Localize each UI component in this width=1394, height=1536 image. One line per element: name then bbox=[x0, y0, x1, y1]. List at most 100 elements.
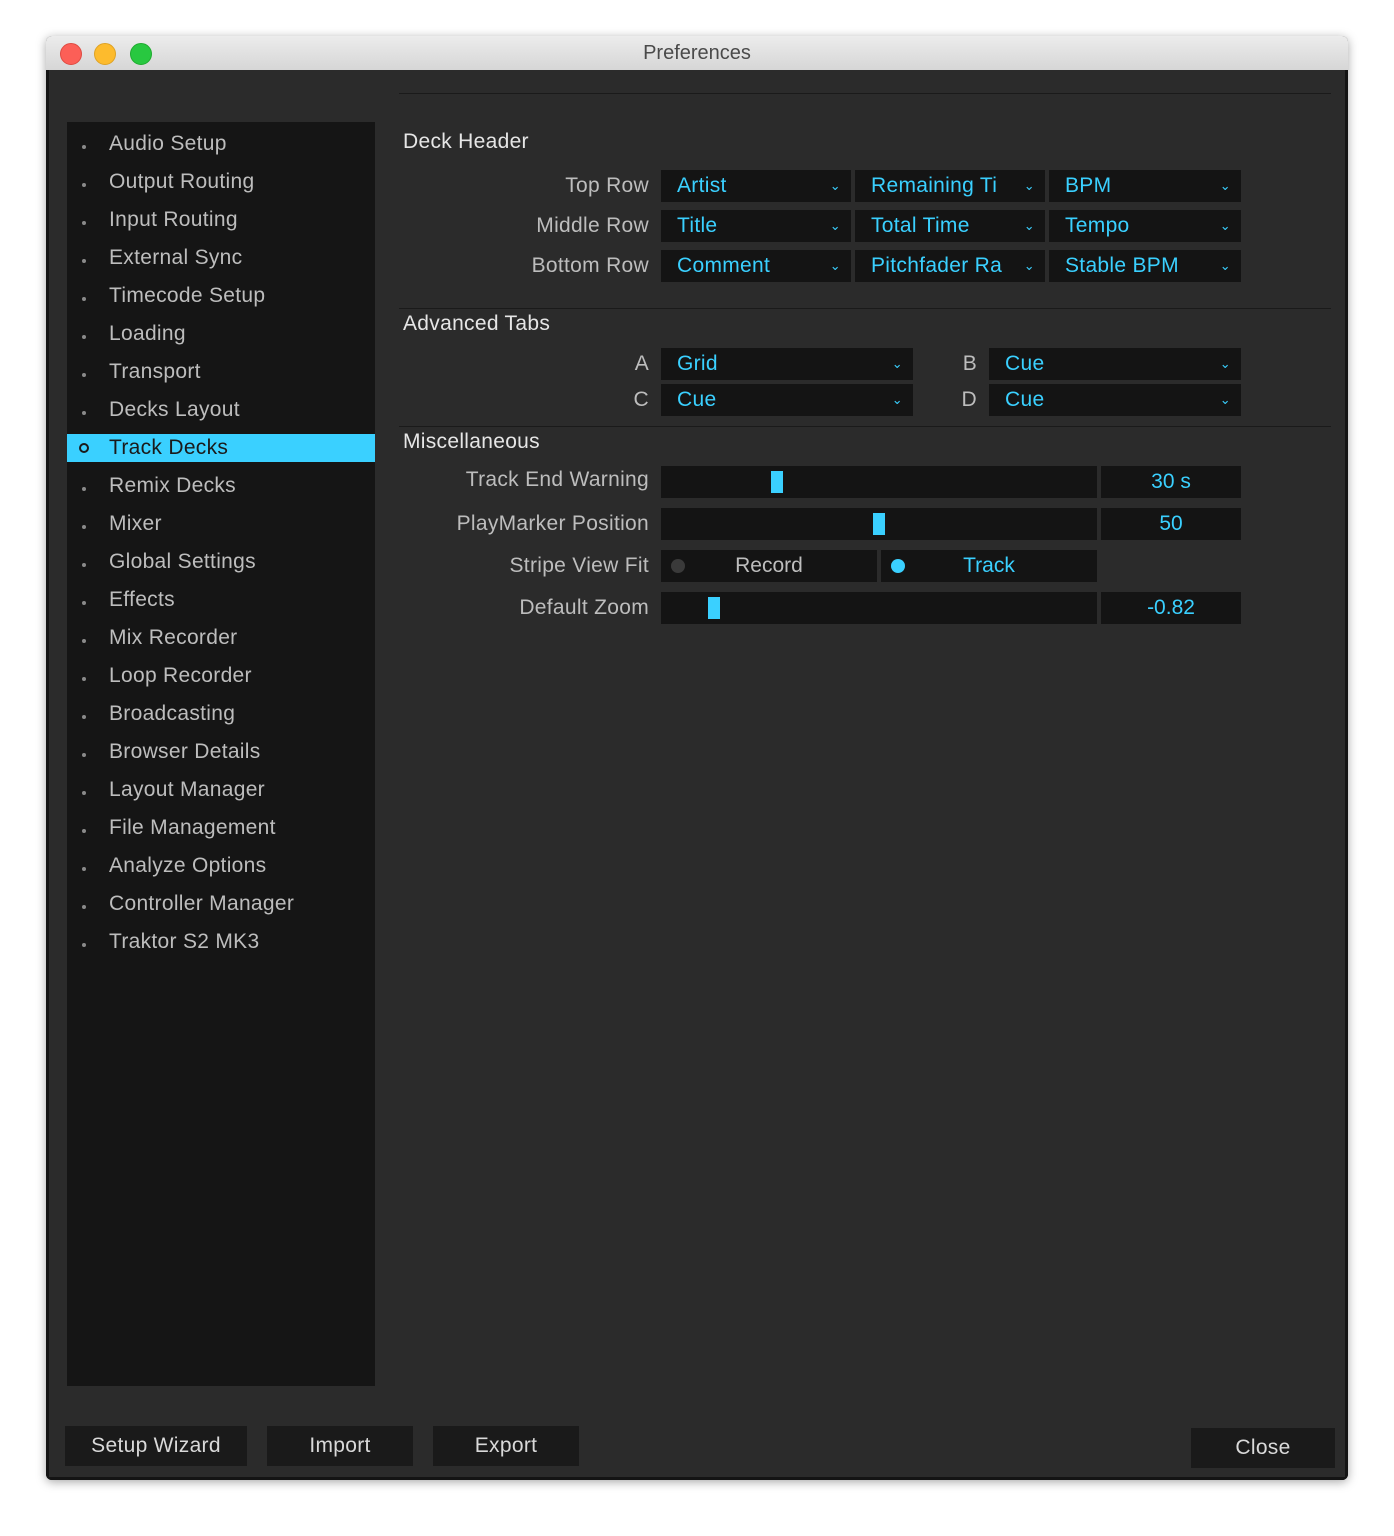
sidebar-item-label: Transport bbox=[109, 360, 201, 383]
title-bar[interactable]: Preferences bbox=[46, 36, 1348, 71]
sidebar-item-label: Input Routing bbox=[109, 208, 238, 231]
sidebar-item-loop-recorder[interactable]: Loop Recorder bbox=[67, 662, 375, 690]
sidebar-item-label: Track Decks bbox=[109, 436, 229, 459]
bottom-row-dropdown-1[interactable]: Comment ⌄ bbox=[661, 250, 851, 282]
sidebar-item-transport[interactable]: Transport bbox=[67, 358, 375, 386]
bullet-icon bbox=[79, 890, 89, 918]
bullet-icon bbox=[79, 320, 89, 348]
stripe-view-fit-label: Stripe View Fit bbox=[509, 554, 649, 577]
sidebar-item-track-decks[interactable]: Track Decks bbox=[67, 434, 375, 462]
preferences-window: Preferences Audio Setup Output Routing Inp… bbox=[46, 36, 1348, 1480]
sidebar-item-label: Timecode Setup bbox=[109, 284, 266, 307]
sidebar-item-layout-manager[interactable]: Layout Manager bbox=[67, 776, 375, 804]
sidebar-item-label: Mixer bbox=[109, 512, 162, 535]
sidebar-item-traktor-s2-mk3[interactable]: Traktor S2 MK3 bbox=[67, 928, 375, 956]
sidebar-item-decks-layout[interactable]: Decks Layout bbox=[67, 396, 375, 424]
sidebar-item-effects[interactable]: Effects bbox=[67, 586, 375, 614]
bullet-icon bbox=[79, 548, 89, 576]
chevron-down-icon: ⌄ bbox=[1023, 178, 1035, 193]
middle-row-dropdown-3[interactable]: Tempo ⌄ bbox=[1049, 210, 1241, 242]
chevron-down-icon: ⌄ bbox=[891, 392, 903, 407]
section-title-miscellaneous: Miscellaneous bbox=[403, 430, 540, 453]
sidebar-item-label: Effects bbox=[109, 588, 175, 611]
sidebar: Audio Setup Output Routing Input Routing Ex… bbox=[67, 122, 375, 1386]
sidebar-item-remix-decks[interactable]: Remix Decks bbox=[67, 472, 375, 500]
sidebar-item-label: Mix Recorder bbox=[109, 626, 238, 649]
sidebar-item-label: Decks Layout bbox=[109, 398, 240, 421]
sidebar-item-input-routing[interactable]: Input Routing bbox=[67, 206, 375, 234]
setup-wizard-button[interactable]: Setup Wizard bbox=[65, 1426, 247, 1466]
sidebar-item-browser-details[interactable]: Browser Details bbox=[67, 738, 375, 766]
bullet-icon bbox=[79, 282, 89, 310]
sidebar-item-timecode-setup[interactable]: Timecode Setup bbox=[67, 282, 375, 310]
top-row-dropdown-3[interactable]: BPM ⌄ bbox=[1049, 170, 1241, 202]
close-button[interactable]: Close bbox=[1191, 1428, 1335, 1468]
maximize-window-icon[interactable] bbox=[130, 43, 152, 65]
top-row-dropdown-1[interactable]: Artist ⌄ bbox=[661, 170, 851, 202]
stripe-view-fit-track-option[interactable]: Track bbox=[881, 550, 1097, 582]
tab-b-dropdown[interactable]: Cue ⌄ bbox=[989, 348, 1241, 380]
track-end-warning-slider[interactable] bbox=[661, 466, 1097, 498]
window-title: Preferences bbox=[643, 42, 751, 64]
chevron-down-icon: ⌄ bbox=[1219, 218, 1231, 233]
bullet-icon bbox=[79, 472, 89, 500]
sidebar-item-label: Browser Details bbox=[109, 740, 261, 763]
chevron-down-icon: ⌄ bbox=[1023, 218, 1035, 233]
sidebar-item-label: Global Settings bbox=[109, 550, 256, 573]
sidebar-item-label: Loading bbox=[109, 322, 186, 345]
sidebar-item-output-routing[interactable]: Output Routing bbox=[67, 168, 375, 196]
bullet-icon bbox=[79, 700, 89, 728]
top-row-label: Top Row bbox=[565, 174, 649, 197]
bullet-icon bbox=[79, 776, 89, 804]
sidebar-item-controller-manager[interactable]: Controller Manager bbox=[67, 890, 375, 918]
bottom-row-dropdown-2[interactable]: Pitchfader Ra ⌄ bbox=[855, 250, 1045, 282]
top-row-dropdown-2[interactable]: Remaining Ti ⌄ bbox=[855, 170, 1045, 202]
sidebar-item-loading[interactable]: Loading bbox=[67, 320, 375, 348]
sidebar-item-mixer[interactable]: Mixer bbox=[67, 510, 375, 538]
bullet-icon bbox=[79, 130, 89, 158]
bullet-icon bbox=[79, 510, 89, 538]
track-end-warning-value[interactable]: 30 s bbox=[1101, 466, 1241, 498]
playmarker-position-slider[interactable] bbox=[661, 508, 1097, 540]
stripe-view-fit-record-option[interactable]: Record bbox=[661, 550, 877, 582]
sidebar-item-analyze-options[interactable]: Analyze Options bbox=[67, 852, 375, 880]
sidebar-item-label: Analyze Options bbox=[109, 854, 267, 877]
bullet-icon bbox=[79, 814, 89, 842]
bullet-icon bbox=[79, 244, 89, 272]
tab-c-dropdown[interactable]: Cue ⌄ bbox=[661, 384, 913, 416]
minimize-window-icon[interactable] bbox=[94, 43, 116, 65]
default-zoom-slider[interactable] bbox=[661, 592, 1097, 624]
middle-row-label: Middle Row bbox=[536, 214, 649, 237]
export-button[interactable]: Export bbox=[433, 1426, 579, 1466]
bottom-row-dropdown-3[interactable]: Stable BPM ⌄ bbox=[1049, 250, 1241, 282]
bullet-icon bbox=[79, 586, 89, 614]
tab-a-dropdown[interactable]: Grid ⌄ bbox=[661, 348, 913, 380]
chevron-down-icon: ⌄ bbox=[1219, 258, 1231, 273]
middle-row-dropdown-1[interactable]: Title ⌄ bbox=[661, 210, 851, 242]
sidebar-item-label: Controller Manager bbox=[109, 892, 295, 915]
sidebar-item-global-settings[interactable]: Global Settings bbox=[67, 548, 375, 576]
default-zoom-value[interactable]: -0.82 bbox=[1101, 592, 1241, 624]
sidebar-item-label: Audio Setup bbox=[109, 132, 227, 155]
slider-handle[interactable] bbox=[708, 597, 720, 619]
sidebar-item-label: Traktor S2 MK3 bbox=[109, 930, 260, 953]
sidebar-item-audio-setup[interactable]: Audio Setup bbox=[67, 130, 375, 158]
chevron-down-icon: ⌄ bbox=[829, 258, 841, 273]
section-title-deck-header: Deck Header bbox=[403, 130, 529, 153]
sidebar-item-mix-recorder[interactable]: Mix Recorder bbox=[67, 624, 375, 652]
section-title-advanced-tabs: Advanced Tabs bbox=[403, 312, 551, 335]
sidebar-item-file-management[interactable]: File Management bbox=[67, 814, 375, 842]
sidebar-item-external-sync[interactable]: External Sync bbox=[67, 244, 375, 272]
tab-d-label: D bbox=[961, 388, 977, 411]
slider-handle[interactable] bbox=[771, 471, 783, 493]
import-button[interactable]: Import bbox=[267, 1426, 413, 1466]
middle-row-dropdown-2[interactable]: Total Time ⌄ bbox=[855, 210, 1045, 242]
bullet-icon bbox=[79, 434, 89, 462]
sidebar-item-broadcasting[interactable]: Broadcasting bbox=[67, 700, 375, 728]
playmarker-position-value[interactable]: 50 bbox=[1101, 508, 1241, 540]
slider-handle[interactable] bbox=[873, 513, 885, 535]
sidebar-item-label: Loop Recorder bbox=[109, 664, 252, 687]
close-window-icon[interactable] bbox=[60, 43, 82, 65]
chevron-down-icon: ⌄ bbox=[1219, 356, 1231, 371]
tab-d-dropdown[interactable]: Cue ⌄ bbox=[989, 384, 1241, 416]
